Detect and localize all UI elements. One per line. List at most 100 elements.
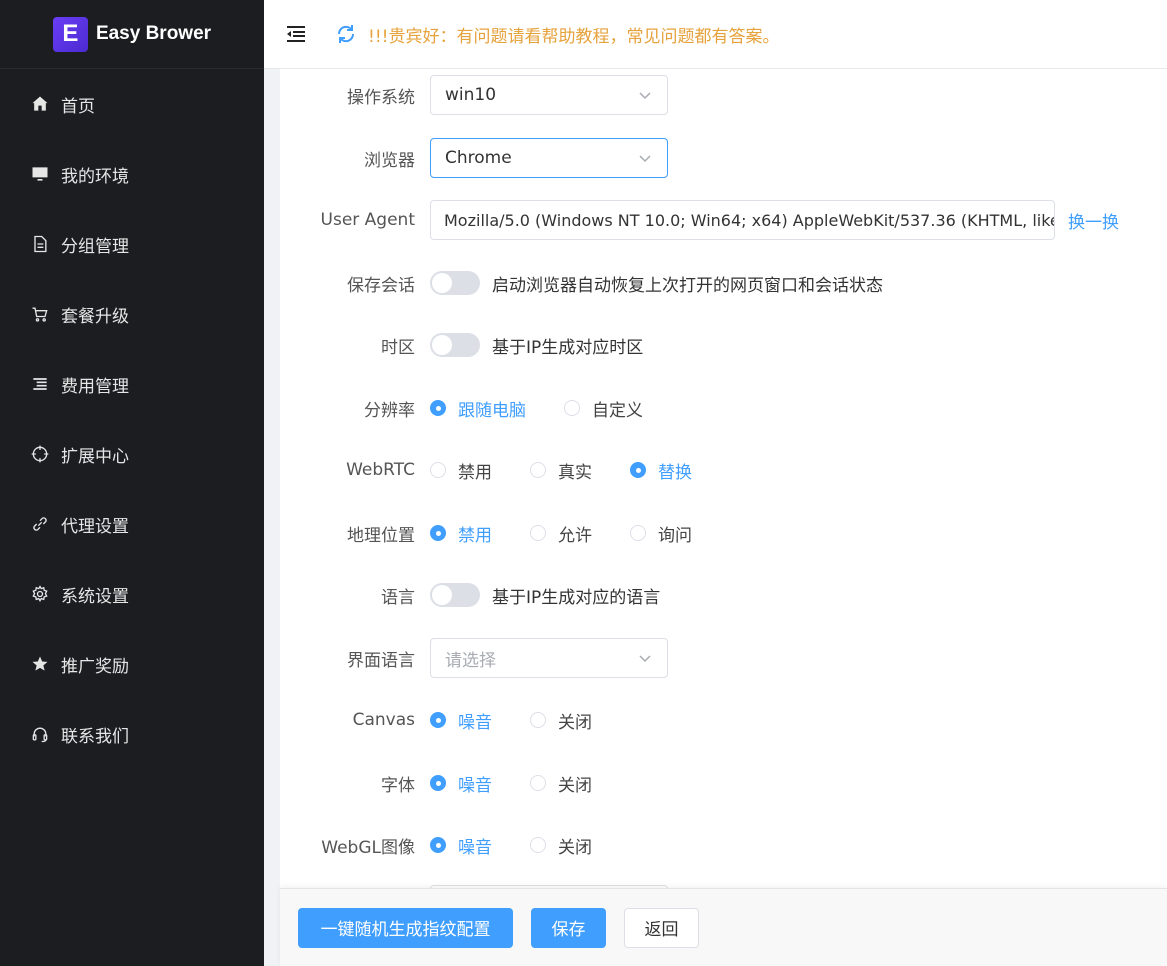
canvas-option-noise[interactable]: 噪音 xyxy=(430,708,492,733)
radio-dot xyxy=(430,837,446,853)
sidebar-item-label: 我的环境 xyxy=(61,166,129,187)
webgl-image-option-noise[interactable]: 噪音 xyxy=(430,833,492,858)
geo-label: 地理位置 xyxy=(347,525,415,546)
font-option-noise[interactable]: 噪音 xyxy=(430,771,492,796)
radio-dot xyxy=(530,462,546,478)
radio-label: 禁用 xyxy=(458,525,492,546)
webrtc-label: WebRTC xyxy=(346,460,415,480)
sidebar-item-label: 套餐升级 xyxy=(61,306,129,327)
sidebar-item-billing[interactable]: 费用管理 xyxy=(0,349,264,419)
sidebar-item-home[interactable]: 首页 xyxy=(0,69,264,139)
user-agent-input[interactable]: Mozilla/5.0 (Windows NT 10.0; Win64; x64… xyxy=(430,200,1055,240)
sidebar-menu: 首页 我的环境 分组管理 套餐升级 费用管理 扩展中心 代理设置 系统设置 推广… xyxy=(0,69,264,769)
radio-label: 关闭 xyxy=(558,837,592,858)
cart-icon xyxy=(32,307,48,322)
form-row-webrtc: WebRTC 禁用 真实 替换 xyxy=(280,458,1167,483)
monitor-icon xyxy=(32,167,48,181)
sidebar-item-rewards[interactable]: 推广奖励 xyxy=(0,629,264,699)
form-row-geolocation: 地理位置 禁用 允许 询问 xyxy=(280,521,1167,546)
form-row-save-session: 保存会话 启动浏览器自动恢复上次打开的网页窗口和会话状态 xyxy=(280,271,1167,296)
language-text: 基于IP生成对应的语言 xyxy=(492,587,661,608)
sidebar-item-label: 推广奖励 xyxy=(61,656,129,677)
webrtc-option-replace[interactable]: 替换 xyxy=(630,458,692,483)
star-icon xyxy=(32,656,48,671)
webrtc-option-real[interactable]: 真实 xyxy=(530,458,592,483)
headset-icon xyxy=(32,727,48,743)
form-row-user-agent: User Agent Mozilla/5.0 (Windows NT 10.0;… xyxy=(280,200,1167,240)
radio-dot xyxy=(630,462,646,478)
form-row-webgl-image: WebGL图像 噪音 关闭 xyxy=(280,833,1167,858)
sidebar-item-upgrade[interactable]: 套餐升级 xyxy=(0,279,264,349)
radio-dot xyxy=(430,400,446,416)
list-icon xyxy=(33,378,47,390)
ui-language-label: 界面语言 xyxy=(347,650,415,671)
radio-label: 关闭 xyxy=(558,775,592,796)
crosshair-icon xyxy=(31,445,49,463)
sidebar: E Easy Brower 首页 我的环境 分组管理 套餐升级 费用管理 扩展中… xyxy=(0,0,264,966)
sidebar-item-settings[interactable]: 系统设置 xyxy=(0,559,264,629)
radio-label: 询问 xyxy=(658,525,692,546)
os-value: win10 xyxy=(445,85,497,105)
timezone-toggle[interactable] xyxy=(430,333,480,357)
change-user-agent-link[interactable]: 换一换 xyxy=(1068,208,1119,233)
radio-label: 噪音 xyxy=(458,712,492,733)
chevron-down-icon xyxy=(639,655,651,663)
browser-select[interactable]: Chrome xyxy=(430,138,668,178)
form-row-browser: 浏览器 Chrome xyxy=(280,138,1167,178)
form-row-language: 语言 基于IP生成对应的语言 xyxy=(280,583,1167,608)
canvas-option-off[interactable]: 关闭 xyxy=(530,708,592,733)
ui-language-select[interactable]: 请选择 xyxy=(430,638,668,678)
language-label: 语言 xyxy=(381,587,415,608)
geo-option-allow[interactable]: 允许 xyxy=(530,521,592,546)
radio-label: 噪音 xyxy=(458,837,492,858)
user-agent-label: User Agent xyxy=(320,210,415,230)
sidebar-item-proxy[interactable]: 代理设置 xyxy=(0,489,264,559)
sidebar-item-groups[interactable]: 分组管理 xyxy=(0,209,264,279)
save-button[interactable]: 保存 xyxy=(531,907,606,948)
radio-dot xyxy=(430,462,446,478)
webrtc-option-disable[interactable]: 禁用 xyxy=(430,458,492,483)
sidebar-item-contact[interactable]: 联系我们 xyxy=(0,699,264,769)
bottom-action-bar: 一键随机生成指纹配置 保存 返回 xyxy=(280,888,1167,966)
browser-value: Chrome xyxy=(445,148,512,168)
sidebar-item-environments[interactable]: 我的环境 xyxy=(0,139,264,209)
radio-dot xyxy=(530,712,546,728)
resolution-option-follow[interactable]: 跟随电脑 xyxy=(430,396,526,421)
brand-logo[interactable]: E Easy Brower xyxy=(0,0,264,69)
chevron-down-icon xyxy=(639,155,651,163)
radio-dot xyxy=(530,525,546,541)
radio-label: 自定义 xyxy=(592,400,643,421)
radio-dot xyxy=(530,837,546,853)
form-row-resolution: 分辨率 跟随电脑 自定义 xyxy=(280,396,1167,421)
form-row-timezone: 时区 基于IP生成对应时区 xyxy=(280,333,1167,358)
font-label: 字体 xyxy=(381,775,415,796)
radio-dot xyxy=(430,712,446,728)
geo-option-disable[interactable]: 禁用 xyxy=(430,521,492,546)
resolution-option-custom[interactable]: 自定义 xyxy=(564,396,643,421)
sidebar-item-label: 分组管理 xyxy=(61,236,129,257)
radio-label: 噪音 xyxy=(458,775,492,796)
radio-label: 真实 xyxy=(558,462,592,483)
radio-dot xyxy=(430,775,446,791)
sidebar-item-label: 系统设置 xyxy=(61,586,129,607)
sidebar-item-extensions[interactable]: 扩展中心 xyxy=(0,419,264,489)
radio-label: 跟随电脑 xyxy=(458,400,526,421)
os-select[interactable]: win10 xyxy=(430,75,668,115)
font-option-off[interactable]: 关闭 xyxy=(530,771,592,796)
random-fingerprint-button[interactable]: 一键随机生成指纹配置 xyxy=(298,907,513,948)
form-row-os: 操作系统 win10 xyxy=(280,75,1167,115)
radio-dot xyxy=(630,525,646,541)
top-header: !!!贵宾好：有问题请看帮助教程，常见问题都有答案。 xyxy=(264,0,1167,69)
geo-option-ask[interactable]: 询问 xyxy=(630,521,692,546)
radio-label: 禁用 xyxy=(458,462,492,483)
refresh-icon[interactable] xyxy=(334,22,358,46)
menu-collapse-icon[interactable] xyxy=(284,22,308,46)
language-toggle[interactable] xyxy=(430,583,480,607)
os-label: 操作系统 xyxy=(347,87,415,108)
radio-dot xyxy=(564,400,580,416)
save-session-toggle[interactable] xyxy=(430,271,480,295)
back-button[interactable]: 返回 xyxy=(624,907,699,948)
radio-label: 替换 xyxy=(658,462,692,483)
radio-dot xyxy=(530,775,546,791)
webgl-image-option-off[interactable]: 关闭 xyxy=(530,833,592,858)
